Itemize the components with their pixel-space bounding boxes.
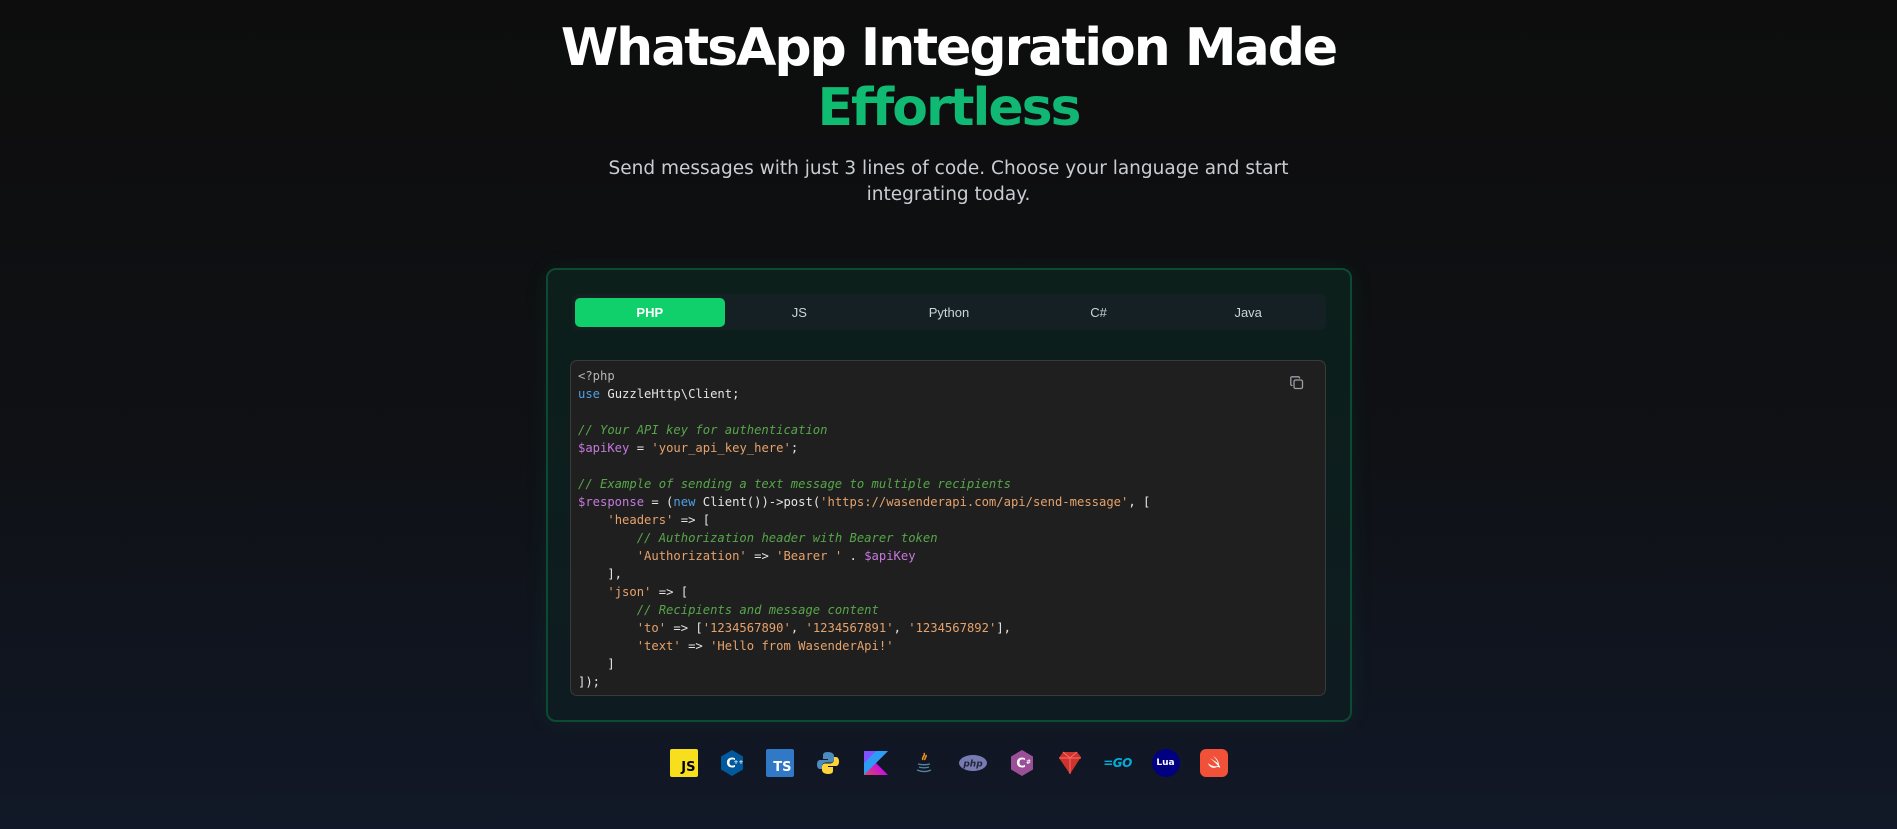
code-content: <?php use GuzzleHttp\Client; // Your API… bbox=[578, 367, 1318, 691]
tab-js[interactable]: JS bbox=[725, 298, 875, 327]
svg-text:#: # bbox=[1025, 759, 1030, 766]
svg-text:++: ++ bbox=[733, 759, 743, 766]
language-icons-row: JS C ++ TS php C # =GO Lua bbox=[0, 749, 1897, 777]
code-line: 'text' => 'Hello from WasenderApi!' bbox=[636, 639, 894, 653]
hero-title-line2: Effortless bbox=[0, 78, 1897, 138]
code-line: <?php bbox=[578, 369, 615, 383]
kotlin-icon bbox=[862, 749, 890, 777]
tab-php[interactable]: PHP bbox=[575, 297, 725, 327]
code-line: ] bbox=[578, 657, 615, 671]
hero-title-line1: WhatsApp Integration Made bbox=[560, 18, 1338, 78]
php-icon: php bbox=[958, 749, 988, 777]
java-icon bbox=[910, 749, 938, 777]
code-example-card: PHP JS Python C# Java <?php use GuzzleHt… bbox=[546, 268, 1352, 722]
tab-java[interactable]: Java bbox=[1173, 298, 1323, 327]
typescript-icon: TS bbox=[765, 749, 794, 777]
tab-python[interactable]: Python bbox=[874, 298, 1024, 327]
code-line: $apiKey = 'your_api_key_here'; bbox=[578, 441, 799, 455]
csharp-icon: C # bbox=[1008, 749, 1036, 777]
code-line: 'json' => [ bbox=[607, 585, 689, 599]
code-line: // Recipients and message content bbox=[636, 603, 879, 617]
tab-csharp[interactable]: C# bbox=[1024, 298, 1174, 327]
code-line: $response = (new Client())->post('https:… bbox=[578, 495, 1151, 509]
code-line: ], bbox=[578, 567, 623, 581]
copy-icon[interactable] bbox=[1289, 375, 1305, 391]
code-line: // Example of sending a text message to … bbox=[578, 477, 1011, 491]
code-line: 'to' => ['1234567890', '1234567891', '12… bbox=[636, 621, 1011, 635]
code-line: 'headers' => [ bbox=[607, 513, 711, 527]
code-line: use GuzzleHttp\Client; bbox=[578, 387, 740, 401]
hero-subtitle: Send messages with just 3 lines of code.… bbox=[608, 158, 1289, 205]
code-line: ]); bbox=[578, 675, 601, 689]
hero-section: WhatsApp Integration Made Effortless Sen… bbox=[0, 18, 1897, 208]
cpp-icon: C ++ bbox=[718, 749, 746, 777]
code-line: // Authorization header with Bearer toke… bbox=[636, 531, 938, 545]
javascript-icon: JS bbox=[669, 749, 698, 777]
code-line: // Your API key for authentication bbox=[578, 423, 828, 437]
swift-icon bbox=[1199, 749, 1228, 777]
svg-text:php: php bbox=[962, 760, 983, 770]
code-line: 'Authorization' => 'Bearer ' . $apiKey bbox=[636, 549, 916, 563]
code-block: <?php use GuzzleHttp\Client; // Your API… bbox=[570, 360, 1326, 696]
go-icon: =GO bbox=[1103, 756, 1132, 770]
language-tabs: PHP JS Python C# Java bbox=[572, 294, 1326, 330]
lua-icon: Lua bbox=[1151, 749, 1180, 777]
svg-text:C: C bbox=[1016, 757, 1026, 772]
python-icon bbox=[814, 749, 842, 777]
ruby-icon bbox=[1056, 749, 1084, 777]
